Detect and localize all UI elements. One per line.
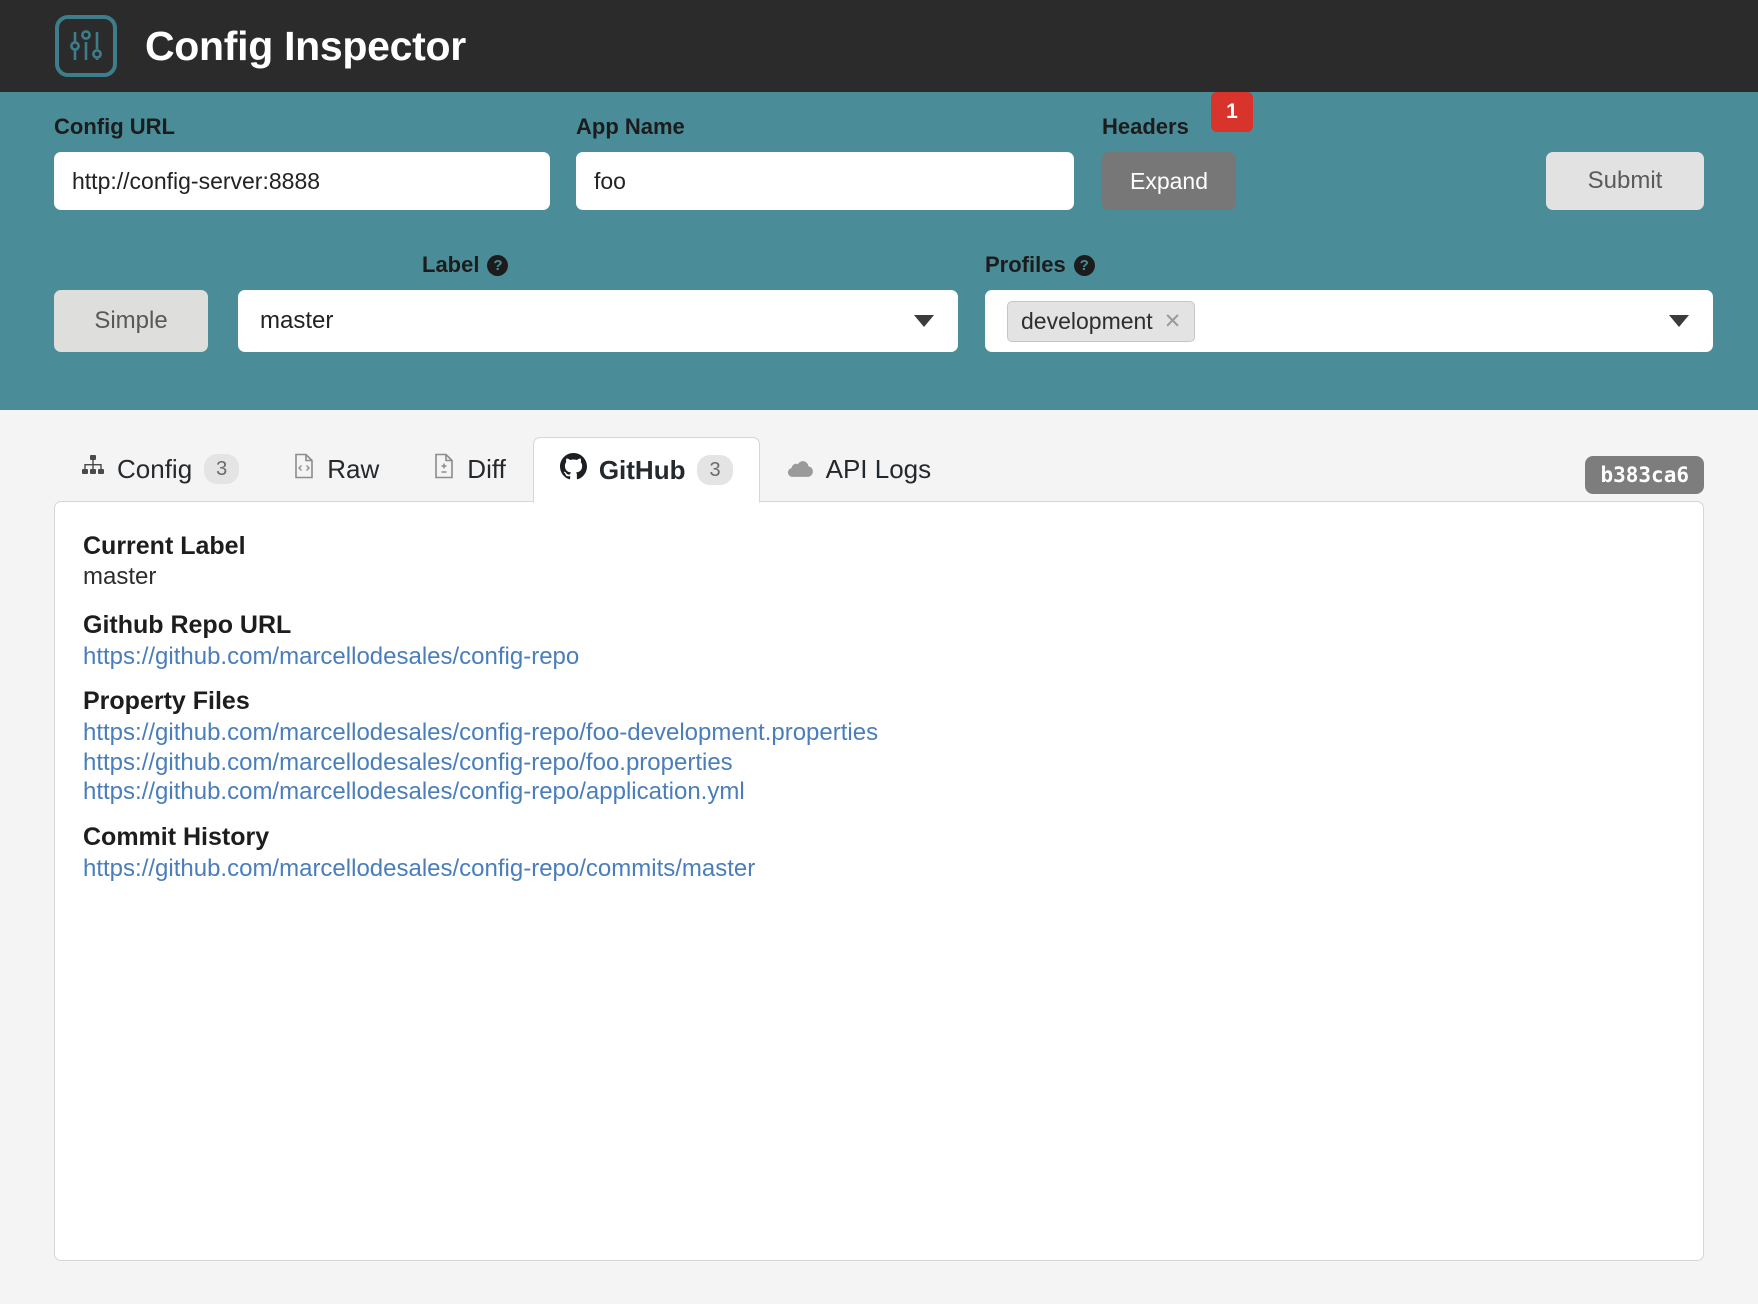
- chevron-down-icon: [1669, 315, 1689, 327]
- app-name-input[interactable]: [576, 152, 1074, 210]
- property-file-link[interactable]: https://github.com/marcellodesales/confi…: [83, 718, 1675, 747]
- tab-config[interactable]: Config 3: [54, 436, 266, 502]
- profiles-field-label: Profiles ?: [985, 252, 1713, 278]
- profiles-text: Profiles: [985, 252, 1066, 278]
- tab-api-logs-label: API Logs: [826, 454, 932, 485]
- form-toolbar: Config URL App Name Headers Expand 1 Sub…: [0, 92, 1758, 410]
- repo-url-link[interactable]: https://github.com/marcellodesales/confi…: [83, 642, 1675, 671]
- cloud-icon: [787, 454, 814, 485]
- profiles-group: Profiles ? development ✕: [985, 252, 1713, 352]
- config-url-group: Config URL: [54, 114, 550, 210]
- headers-group: Headers Expand 1: [1102, 114, 1236, 210]
- profiles-select[interactable]: development ✕: [985, 290, 1713, 352]
- label-select-value: master: [260, 307, 333, 335]
- tab-config-label: Config: [117, 454, 192, 485]
- headers-expand-button[interactable]: Expand: [1102, 152, 1236, 210]
- property-file-link[interactable]: https://github.com/marcellodesales/confi…: [83, 777, 1675, 806]
- submit-button[interactable]: Submit: [1546, 152, 1704, 210]
- label-select[interactable]: master: [238, 290, 958, 352]
- app-name-group: App Name: [576, 114, 1074, 210]
- headers-count-badge: 1: [1211, 92, 1253, 132]
- chevron-down-icon: [914, 315, 934, 327]
- question-circle-icon[interactable]: ?: [1074, 255, 1095, 276]
- profile-chip-label: development: [1021, 308, 1153, 335]
- label-text: Label: [422, 252, 479, 278]
- tab-bar: Config 3 Raw Diff: [54, 436, 1704, 502]
- repo-url-heading: Github Repo URL: [83, 611, 1675, 640]
- tab-diff[interactable]: Diff: [406, 436, 533, 502]
- tab-github-label: GitHub: [599, 455, 686, 486]
- app-name-label: App Name: [576, 114, 1074, 140]
- form-row-secondary: Simple Label ? master Profiles ? develop…: [54, 252, 1704, 352]
- form-row-primary: Config URL App Name Headers Expand 1 Sub…: [54, 114, 1704, 210]
- sitemap-icon: [81, 454, 105, 485]
- close-icon[interactable]: ✕: [1164, 309, 1182, 334]
- tab-github[interactable]: GitHub 3: [533, 437, 760, 503]
- commit-history-heading: Commit History: [83, 823, 1675, 852]
- mode-toggle-button[interactable]: Simple: [54, 290, 208, 352]
- file-diff-icon: [433, 453, 455, 486]
- config-url-label: Config URL: [54, 114, 550, 140]
- page-title: Config Inspector: [145, 23, 466, 70]
- tab-raw[interactable]: Raw: [266, 436, 406, 502]
- current-label-heading: Current Label: [83, 532, 1675, 561]
- content-area: Config 3 Raw Diff: [0, 410, 1758, 1304]
- property-files-heading: Property Files: [83, 687, 1675, 716]
- repo-url-group: https://github.com/marcellodesales/confi…: [83, 642, 1675, 671]
- app-header: Config Inspector: [0, 0, 1758, 92]
- property-file-link[interactable]: https://github.com/marcellodesales/confi…: [83, 748, 1675, 777]
- current-label-value: master: [83, 563, 1675, 591]
- github-panel: Current Label master Github Repo URL htt…: [54, 501, 1704, 1261]
- label-field-label: Label ?: [422, 252, 958, 278]
- commit-history-link[interactable]: https://github.com/marcellodesales/confi…: [83, 854, 1675, 883]
- profile-chip[interactable]: development ✕: [1007, 301, 1195, 342]
- tab-raw-label: Raw: [327, 454, 379, 485]
- commit-history-group: https://github.com/marcellodesales/confi…: [83, 854, 1675, 883]
- tab-config-badge: 3: [204, 454, 239, 484]
- config-url-input[interactable]: [54, 152, 550, 210]
- file-code-icon: [293, 453, 315, 486]
- property-files-list: https://github.com/marcellodesales/confi…: [83, 718, 1675, 806]
- github-icon: [560, 453, 587, 487]
- version-badge: b383ca6: [1585, 456, 1704, 494]
- tab-diff-label: Diff: [467, 454, 506, 485]
- label-group: Label ? master: [238, 252, 958, 352]
- tab-api-logs[interactable]: API Logs: [760, 436, 959, 502]
- question-circle-icon[interactable]: ?: [487, 255, 508, 276]
- tab-github-badge: 3: [697, 455, 732, 485]
- sliders-icon: [55, 15, 117, 77]
